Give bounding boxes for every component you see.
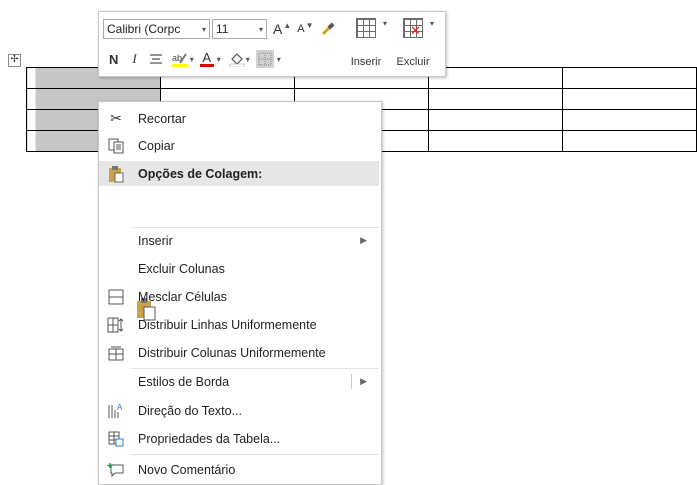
menu-header-paste-options: Opções de Colagem:	[99, 161, 379, 186]
highlighter-icon: ab	[171, 53, 188, 67]
menu-item-distribute-columns[interactable]: Distribuir Colunas Uniformemente	[99, 340, 379, 365]
align-center-button[interactable]	[149, 53, 163, 65]
svg-text:A: A	[117, 403, 123, 412]
scissors-icon: ✂	[110, 110, 122, 126]
split-divider	[351, 374, 352, 389]
distribute-columns-icon	[107, 344, 125, 362]
font-name-combobox[interactable]: Calibri (Corpc ▾	[103, 19, 210, 39]
menu-item-label: Excluir Colunas	[138, 261, 225, 276]
menu-item-label: Distribuir Linhas Uniformemente	[138, 317, 317, 332]
table-cell[interactable]	[562, 88, 697, 110]
borders-button[interactable]	[255, 50, 274, 68]
grow-font-button[interactable]: A ▲	[273, 20, 292, 38]
submenu-arrow-icon: ▶	[360, 235, 367, 245]
menu-header-label: Opções de Colagem:	[138, 166, 263, 181]
grow-font-icon: A	[273, 21, 283, 37]
menu-item-distribute-rows[interactable]: Distribuir Linhas Uniformemente	[99, 312, 379, 337]
table-cell[interactable]	[428, 67, 563, 89]
arrow-up-icon: ▲	[283, 20, 292, 30]
chevron-down-icon: ▾	[258, 24, 263, 34]
menu-item-label: Recortar	[138, 111, 186, 126]
font-color-icon: A	[202, 49, 212, 65]
borders-icon	[258, 52, 272, 66]
shrink-font-icon: A	[297, 23, 305, 35]
chevron-down-icon: ▾	[189, 54, 194, 64]
insert-label: Inserir	[350, 56, 382, 68]
insert-table-button[interactable]: ▾ ↓ Inserir	[347, 16, 387, 72]
menu-item-label: Inserir	[138, 233, 173, 248]
menu-item-label: Propriedades da Tabela...	[138, 431, 281, 446]
merge-cells-icon	[107, 288, 125, 306]
copy-icon	[107, 137, 125, 155]
menu-item-label: Direção do Texto...	[138, 403, 242, 418]
align-center-icon	[149, 54, 162, 64]
clipboard-icon	[107, 165, 125, 183]
delete-label: Excluir	[396, 56, 430, 68]
menu-item-copy[interactable]: Copiar	[99, 133, 379, 158]
paint-bucket-icon	[229, 53, 245, 67]
table-cell[interactable]	[428, 130, 563, 152]
menu-item-label: Distribuir Colunas Uniformemente	[138, 345, 326, 360]
submenu-arrow-icon[interactable]: ▶	[360, 376, 367, 387]
shrink-font-button[interactable]: A ▼	[297, 20, 314, 36]
font-color-button[interactable]: A	[199, 49, 214, 67]
menu-item-merge-cells[interactable]: Mesclar Células	[99, 284, 379, 309]
menu-item-label: Novo Comentário	[138, 462, 236, 477]
menu-separator	[131, 454, 379, 455]
chevron-down-icon[interactable]: ▾	[277, 55, 281, 64]
mini-toolbar: Calibri (Corpc ▾ 11 ▾ A▲ A▼ N I ab ▾ A	[98, 11, 446, 77]
highlight-button[interactable]: ab ▾	[171, 51, 194, 67]
table-cell[interactable]	[428, 88, 563, 110]
chevron-down-icon: ▾	[201, 24, 206, 34]
table-delete-icon: ▾ ✕	[403, 18, 434, 38]
table-insert-icon: ▾ ↓	[356, 18, 387, 40]
menu-item-label: Mesclar Células	[138, 289, 227, 304]
chevron-down-icon: ▾	[245, 54, 250, 64]
shading-button[interactable]: ▾	[229, 51, 250, 67]
italic-button[interactable]: I	[132, 51, 136, 67]
menu-item-border-styles[interactable]: Estilos de Borda ▶	[99, 369, 379, 394]
text-direction-icon: A	[107, 402, 125, 420]
menu-item-cut[interactable]: ✂ Recortar	[99, 106, 379, 131]
font-size-combobox[interactable]: 11 ▾	[212, 19, 267, 39]
menu-item-delete-columns[interactable]: Excluir Colunas	[99, 256, 379, 281]
new-comment-icon	[107, 461, 125, 479]
menu-item-label: Estilos de Borda	[138, 374, 230, 389]
table-cell[interactable]	[428, 109, 563, 131]
font-size-value: 11	[216, 22, 229, 36]
arrow-down-icon: ▼	[305, 20, 314, 30]
delete-table-button[interactable]: ▾ ✕ Excluir	[394, 16, 434, 72]
menu-item-insert[interactable]: Inserir ▶	[99, 228, 379, 253]
menu-item-label: Copiar	[138, 138, 175, 153]
table-cell[interactable]	[562, 67, 697, 89]
context-menu: ✂ Recortar Copiar Opções de Colagem: Ins…	[98, 101, 382, 485]
menu-item-new-comment[interactable]: Novo Comentário	[99, 457, 379, 482]
distribute-rows-icon	[107, 316, 125, 334]
chevron-down-icon[interactable]: ▾	[217, 55, 221, 64]
font-name-value: Calibri (Corpc	[107, 22, 181, 36]
table-move-handle[interactable]: ✢	[8, 54, 21, 67]
table-properties-icon	[107, 430, 125, 448]
table-cell[interactable]	[562, 130, 697, 152]
font-color-swatch	[199, 63, 214, 67]
menu-item-table-properties[interactable]: Propriedades da Tabela...	[99, 426, 379, 451]
table-cell[interactable]	[562, 109, 697, 131]
bold-button[interactable]: N	[109, 52, 118, 67]
format-painter-button[interactable]	[320, 21, 336, 37]
format-painter-icon	[321, 22, 335, 36]
menu-item-text-direction[interactable]: A Direção do Texto...	[99, 398, 379, 423]
